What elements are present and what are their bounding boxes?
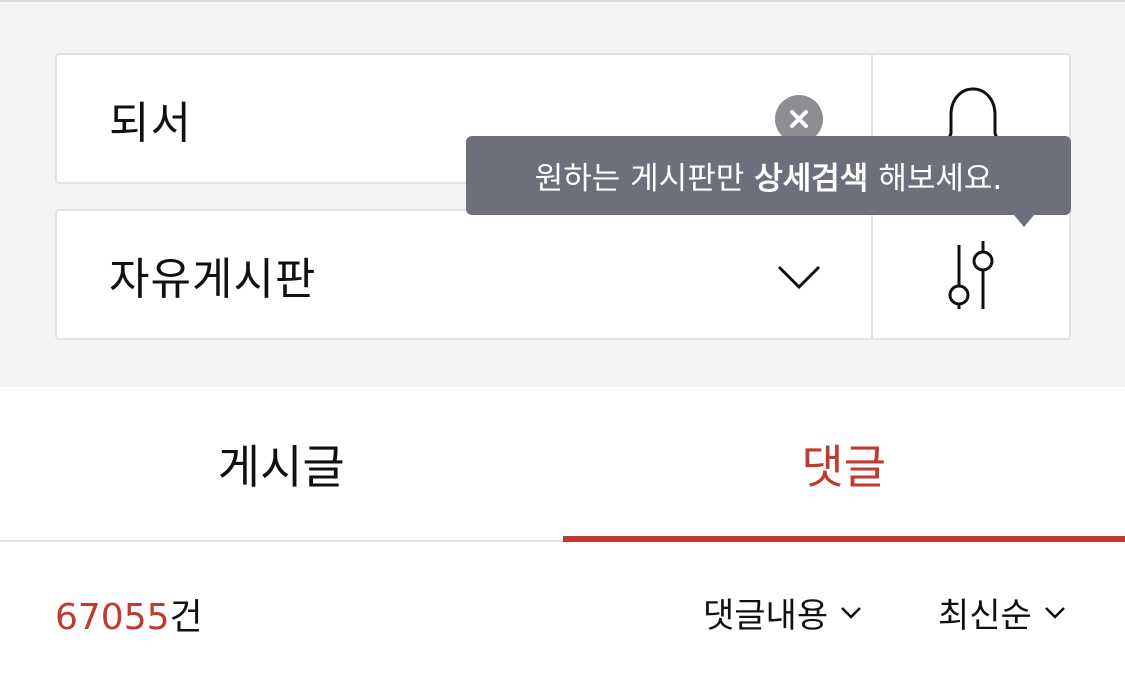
tooltip-arrow [1014, 215, 1034, 227]
chevron-down-icon [1044, 606, 1065, 619]
order-dropdown-label: 최신순 [938, 596, 1032, 636]
close-icon [790, 110, 808, 128]
result-count-number: 67055 [55, 597, 170, 638]
sliders-icon [948, 240, 994, 309]
result-count: 67055건 [55, 588, 203, 640]
chevron-down-icon [777, 265, 821, 290]
result-tabs: 게시글 댓글 [0, 387, 1125, 542]
tab-comments[interactable]: 댓글 [562, 387, 1125, 542]
result-bar: 67055건 댓글내용 최신순 [0, 544, 1125, 674]
scope-dropdown[interactable]: 댓글내용 [703, 588, 862, 637]
scope-dropdown-label: 댓글내용 [703, 596, 829, 636]
tooltip-text-before: 원하는 게시판만 [534, 161, 745, 197]
tab-posts[interactable]: 게시글 [0, 387, 563, 540]
order-dropdown[interactable]: 최신순 [938, 588, 1066, 637]
filter-button[interactable] [873, 211, 1069, 338]
result-count-unit: 건 [169, 597, 203, 638]
search-panel: 되서 자유게시판 원하는 게시판만 상세검색 해보세요. [0, 0, 1125, 387]
detail-search-tooltip: 원하는 게시판만 상세검색 해보세요. [466, 136, 1071, 227]
tooltip-text-emphasis: 상세검색 [754, 161, 869, 197]
board-select-value: 자유게시판 [109, 253, 317, 305]
board-row: 자유게시판 [55, 209, 1071, 340]
tooltip-text-after: 해보세요. [878, 161, 1003, 197]
board-select[interactable]: 자유게시판 [57, 211, 873, 338]
chevron-down-icon [841, 606, 862, 619]
